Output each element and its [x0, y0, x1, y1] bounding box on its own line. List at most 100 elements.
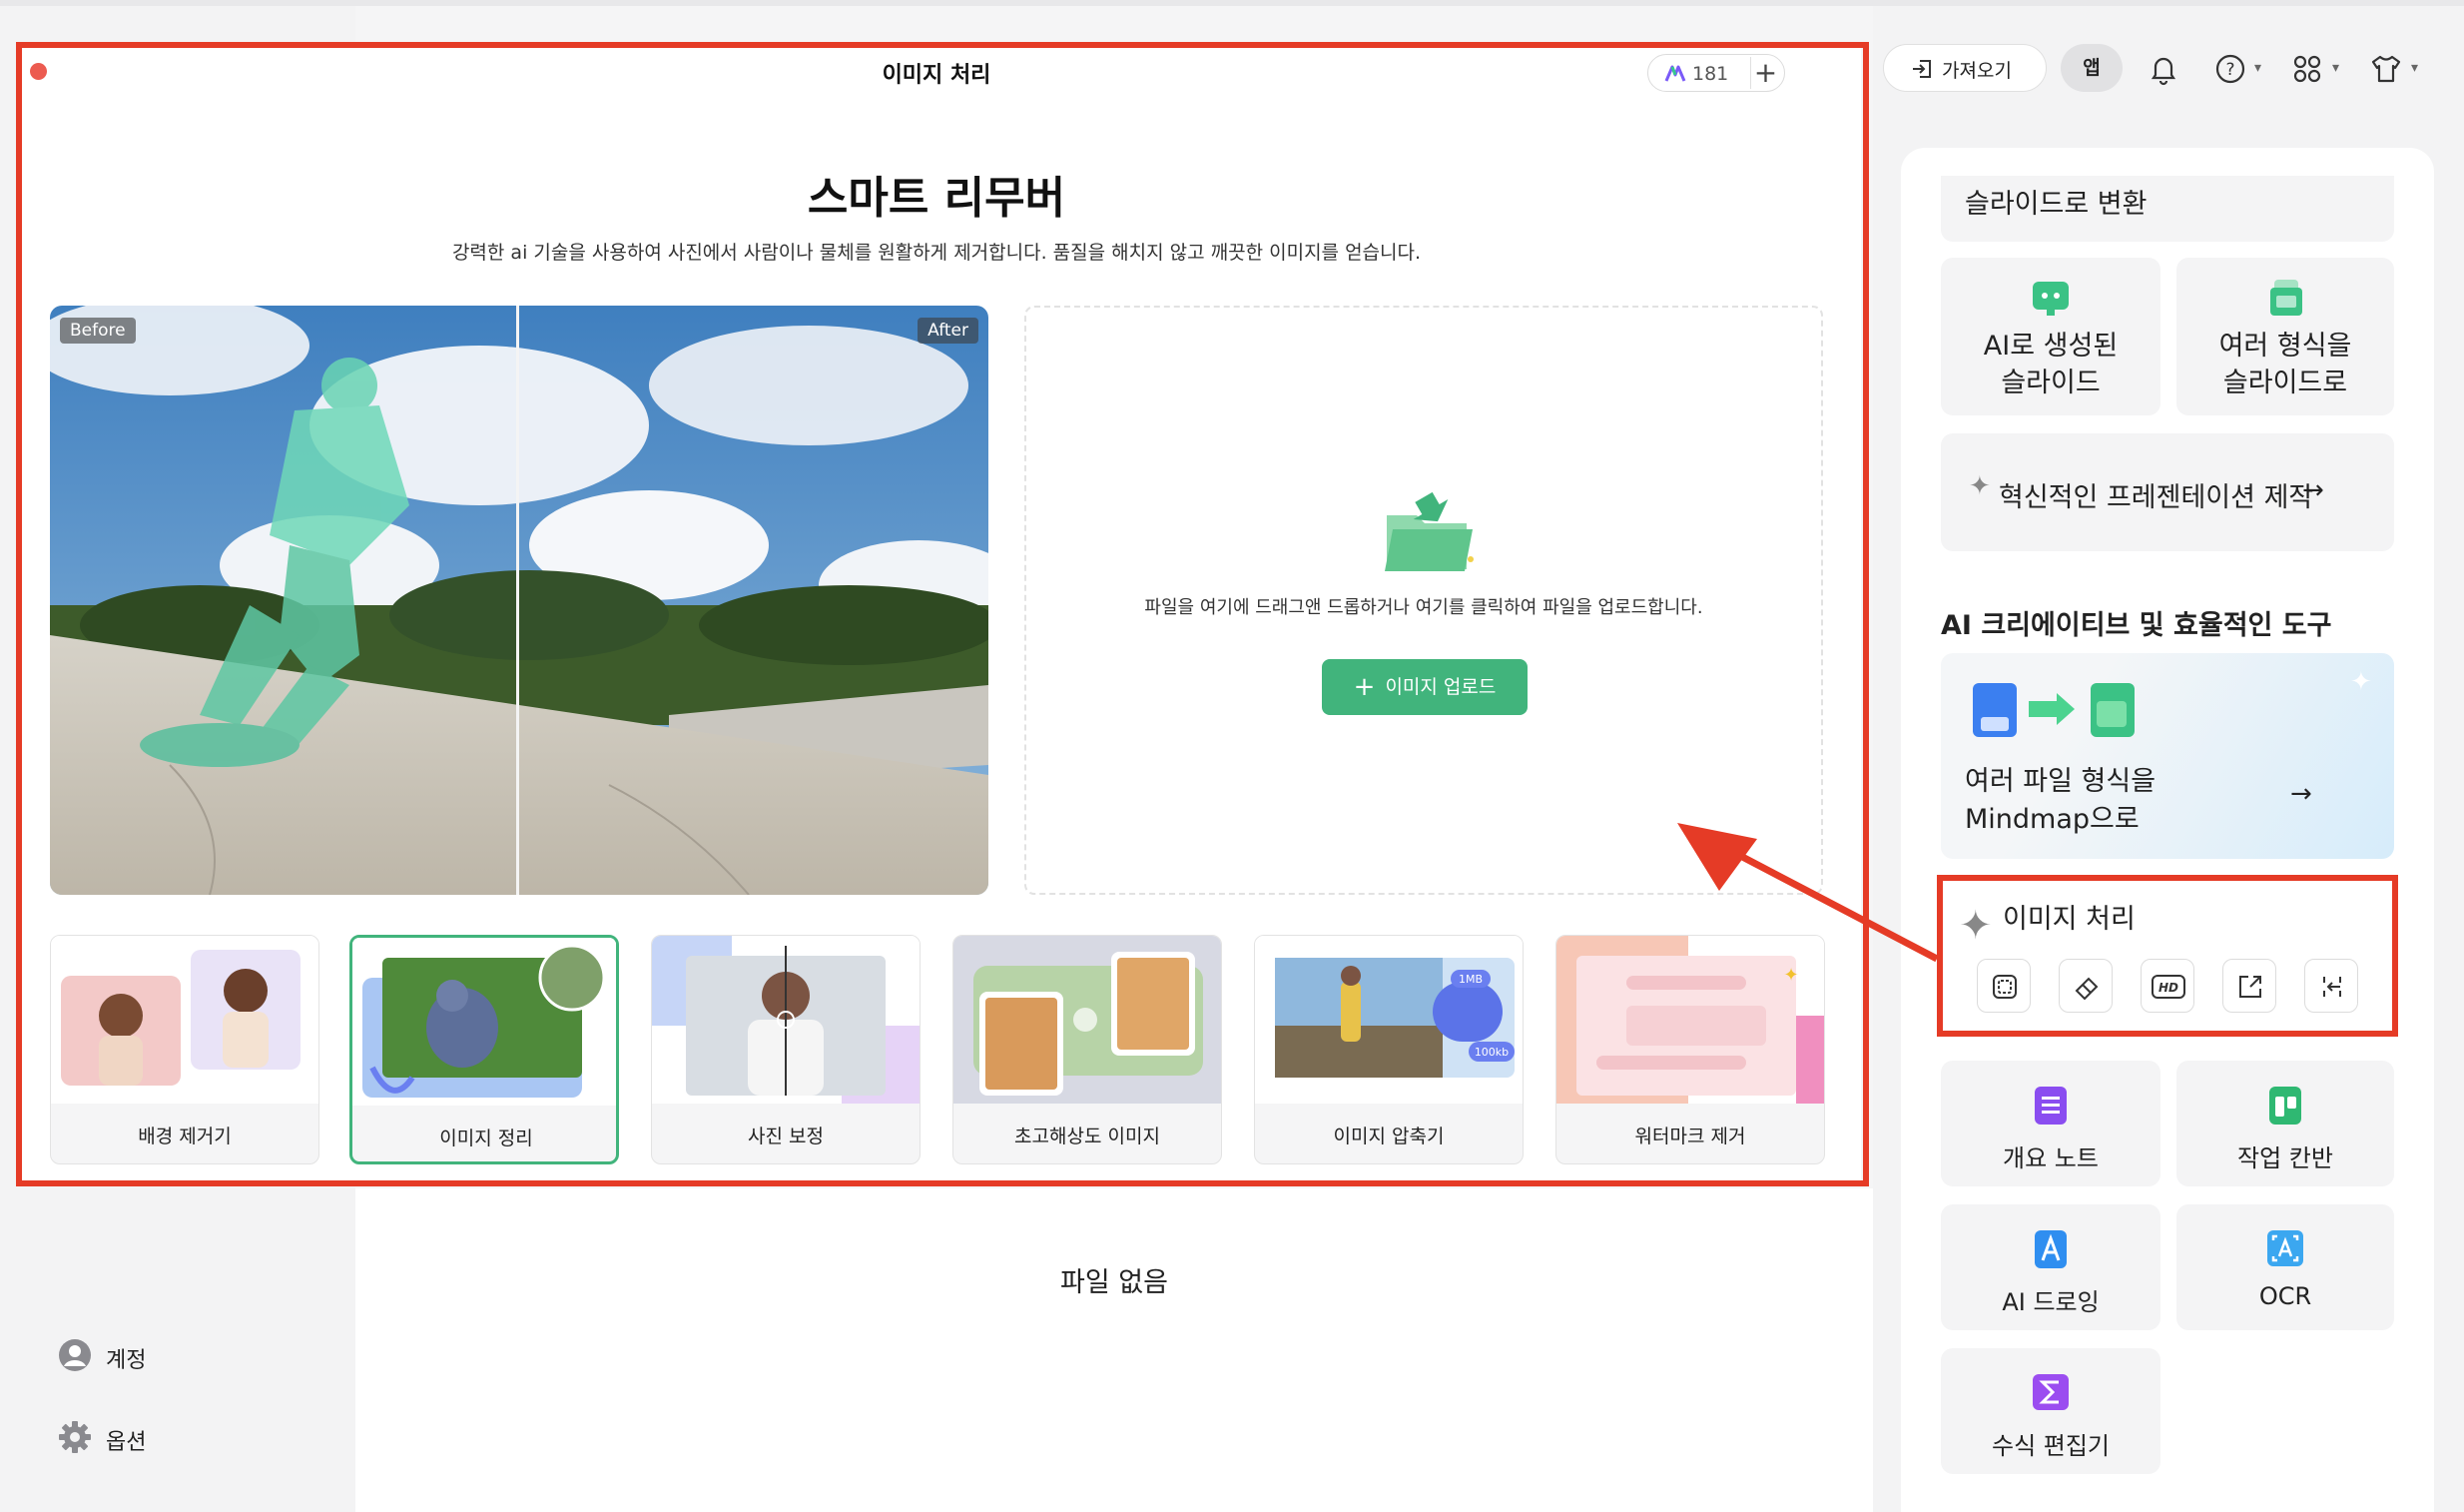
- sidebar-options-label: 옵션: [106, 1430, 147, 1455]
- before-after-preview: Before After: [50, 306, 988, 895]
- mindmap-label: 여러 파일 형식을 Mindmap으로: [1965, 763, 2156, 839]
- formula-editor-card[interactable]: 수식 편집기: [1941, 1348, 2160, 1474]
- add-credits-button[interactable]: +: [1750, 57, 1780, 89]
- image-processing-label: 이미지 처리: [2003, 904, 2136, 935]
- card-photo-enhance[interactable]: 사진 보정: [651, 935, 921, 1164]
- hero-description: 강력한 ai 기술을 사용하여 사진에서 사람이나 물체를 원활하게 제거합니다…: [451, 242, 1422, 264]
- modal-title: 이미지 처리: [882, 63, 991, 88]
- hd-tool[interactable]: HD: [2141, 959, 2194, 1013]
- bell-icon[interactable]: [2147, 52, 2180, 86]
- select-area-tool[interactable]: [1977, 959, 2031, 1013]
- account-icon: [59, 1339, 91, 1371]
- card-super-resolution[interactable]: 초고해상도 이미지: [952, 935, 1222, 1164]
- card-label: 사진 보정: [748, 1126, 824, 1147]
- multi-format-slides-label: 여러 형식을 슬라이드로: [2176, 328, 2394, 401]
- image-cleanup-thumbnail: [352, 938, 616, 1106]
- ai-drawing-card[interactable]: AI 드로잉: [1941, 1204, 2160, 1330]
- credit-count: 181: [1692, 63, 1729, 85]
- mindmap-arrow-icon: →: [2290, 779, 2312, 809]
- sidebar-account-label: 계정: [106, 1348, 147, 1373]
- gear-icon: [59, 1421, 91, 1453]
- shirt-caret-icon[interactable]: ▾: [2411, 60, 2418, 76]
- ocr-card[interactable]: OCR: [2176, 1204, 2394, 1330]
- section-title: AI 크리에이티브 및 효율적인 도구: [1941, 610, 2332, 641]
- ai-slides-label: AI로 생성된 슬라이드: [1941, 328, 2160, 401]
- before-label: Before: [60, 318, 136, 344]
- multi-format-slides-icon: [2270, 280, 2302, 316]
- drop-instructions: 파일을 여기에 드래그앤 드롭하거나 여기를 클릭하여 파일을 업로드합니다.: [1144, 597, 1703, 618]
- card-image-compressor[interactable]: 1MB 100kb 이미지 압축기: [1254, 935, 1524, 1164]
- svg-text:?: ?: [2225, 60, 2234, 80]
- shirt-icon[interactable]: [2369, 52, 2403, 86]
- card-label: 배경 제거기: [138, 1126, 232, 1147]
- import-button[interactable]: 가져오기: [1883, 44, 2047, 92]
- red-annotation-arrow: [1677, 823, 1939, 963]
- arrow-right-icon: →: [2302, 475, 2324, 505]
- multi-format-slides-card[interactable]: 여러 형식을 슬라이드로: [2176, 258, 2394, 415]
- slide-convert-label: 슬라이드로 변환: [1965, 189, 2148, 220]
- help-caret-icon[interactable]: ▾: [2254, 60, 2261, 76]
- formula-editor-icon: [2033, 1374, 2069, 1410]
- app-button[interactable]: 앱: [2061, 44, 2123, 92]
- ocr-icon: [2267, 1230, 2303, 1266]
- file-to-mindmap-icon: [1973, 683, 2135, 737]
- sparkle-large-icon: ✦: [1959, 903, 1993, 949]
- mindmap-line-1: 여러 파일 형식을: [1965, 766, 2156, 797]
- formula-editor-label: 수식 편집기: [1991, 1432, 2111, 1460]
- help-icon[interactable]: ?: [2213, 52, 2247, 86]
- outline-notes-card[interactable]: 개요 노트: [1941, 1061, 2160, 1186]
- ai-slides-line-1: AI로 생성된: [1983, 331, 2119, 362]
- ai-drawing-icon: [2035, 1230, 2067, 1268]
- background-remover-thumbnail: [51, 936, 318, 1104]
- apps-caret-icon[interactable]: ▾: [2332, 60, 2339, 76]
- empty-state-text: 파일 없음: [1060, 1267, 1168, 1298]
- credit-pill: 181 +: [1647, 54, 1785, 92]
- ocr-label: OCR: [2258, 1282, 2312, 1310]
- compress-badge-100kb: 100kb: [1475, 1046, 1509, 1059]
- card-background-remover[interactable]: 배경 제거기: [50, 935, 319, 1164]
- hd-icon: HD: [2152, 975, 2185, 999]
- ai-slides-icon: [2033, 282, 2069, 316]
- slide-convert-item[interactable]: 슬라이드로 변환: [1941, 176, 2394, 242]
- card-label: 이미지 정리: [439, 1128, 533, 1149]
- task-kanban-label: 작업 칸반: [2237, 1144, 2333, 1172]
- sparkle-deco-icon: ✦: [2350, 667, 2372, 697]
- main-content-area: [355, 1188, 1873, 1512]
- eraser-tool[interactable]: [2059, 959, 2113, 1013]
- apps-grid-icon[interactable]: [2290, 52, 2324, 86]
- card-label: 워터마크 제거: [1634, 1126, 1746, 1147]
- card-image-cleanup[interactable]: 이미지 정리: [349, 935, 619, 1164]
- innovative-presentation-card[interactable]: ✦ 혁신적인 프레젠테이션 제작 →: [1941, 433, 2394, 551]
- outline-notes-icon: [2035, 1087, 2067, 1125]
- upload-image-label: 이미지 업로드: [1385, 676, 1497, 698]
- multi-format-line-1: 여러 형식을: [2218, 331, 2352, 362]
- ai-drawing-label: AI 드로잉: [2002, 1288, 2100, 1316]
- ai-slides-card[interactable]: AI로 생성된 슬라이드: [1941, 258, 2160, 415]
- credit-logo-icon: [1664, 65, 1686, 82]
- task-kanban-card[interactable]: 작업 칸반: [2176, 1061, 2394, 1186]
- compress-badge-1mb: 1MB: [1459, 973, 1483, 986]
- image-compressor-thumbnail: 1MB 100kb: [1255, 936, 1523, 1104]
- upload-image-button[interactable]: + 이미지 업로드: [1322, 659, 1528, 715]
- file-drop-zone[interactable]: 파일을 여기에 드래그앤 드롭하거나 여기를 클릭하여 파일을 업로드합니다. …: [1024, 306, 1823, 895]
- compress-tool[interactable]: [2304, 959, 2358, 1013]
- after-label: After: [918, 318, 978, 344]
- hd-text: HD: [2158, 981, 2178, 995]
- folder-icon: [1385, 491, 1474, 571]
- innovative-presentation-label: 혁신적인 프레젠테이션 제작: [1999, 482, 2314, 513]
- export-icon: [2239, 976, 2261, 998]
- card-label: 이미지 압축기: [1333, 1126, 1445, 1147]
- export-tool[interactable]: [2222, 959, 2276, 1013]
- sparkle-icon: ✦: [1969, 471, 1991, 501]
- eraser-icon: [2075, 977, 2099, 1001]
- photo-enhance-thumbnail: [652, 936, 920, 1104]
- mindmap-line-2: Mindmap으로: [1965, 804, 2140, 835]
- before-after-image: [50, 306, 988, 895]
- hero-title: 스마트 리무버: [807, 173, 1066, 224]
- task-kanban-icon: [2269, 1087, 2301, 1125]
- compress-icon: [2323, 977, 2341, 997]
- super-resolution-thumbnail: [953, 936, 1221, 1104]
- select-area-icon: [1993, 975, 2017, 999]
- mindmap-card[interactable]: ✦ 여러 파일 형식을 Mindmap으로 →: [1941, 653, 2394, 859]
- outline-notes-label: 개요 노트: [2003, 1144, 2099, 1172]
